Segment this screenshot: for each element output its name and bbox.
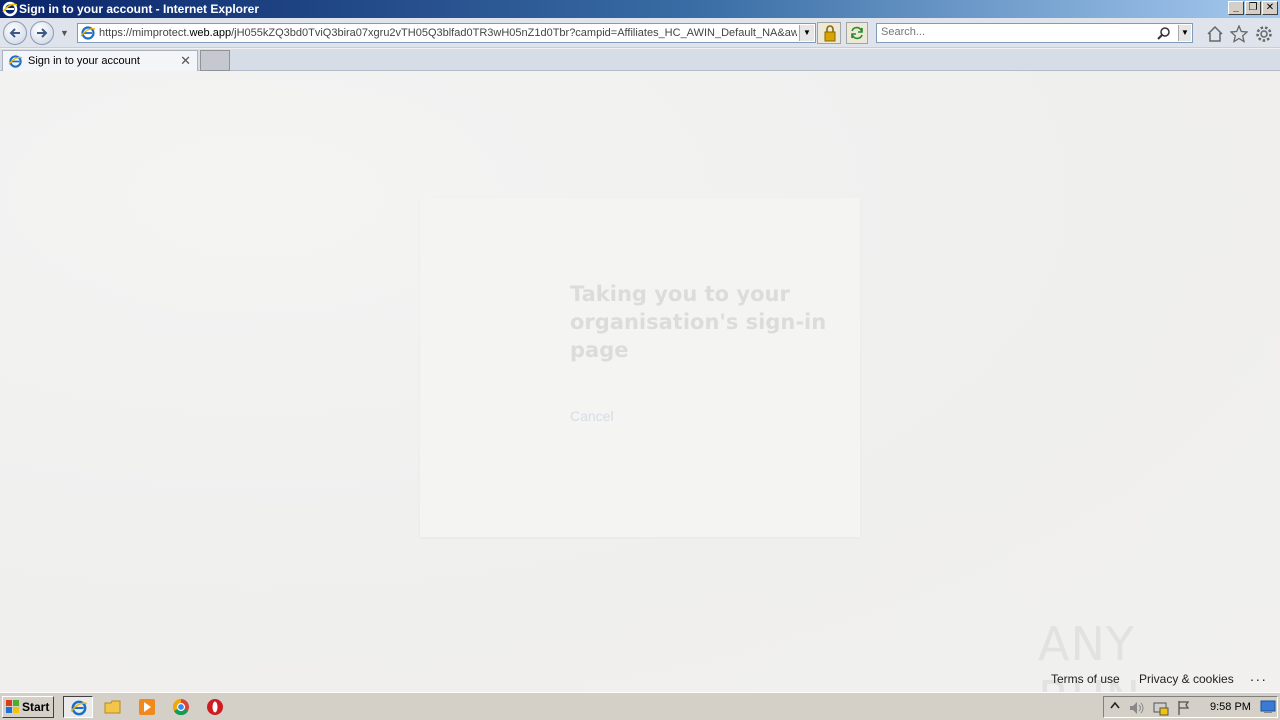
- url-text[interactable]: https://mimprotect.web.app/jH055kZQ3bd0T…: [99, 27, 797, 39]
- tab-sign-in[interactable]: Sign in to your account ✕: [2, 50, 198, 71]
- folder-icon: [104, 700, 121, 714]
- address-dropdown-icon[interactable]: ▼: [799, 25, 814, 41]
- security-lock-button[interactable]: [817, 22, 841, 44]
- address-bar[interactable]: https://mimprotect.web.app/jH055kZQ3bd0T…: [77, 23, 816, 43]
- taskbar-opera[interactable]: [200, 696, 230, 718]
- windows-logo-icon: [6, 700, 19, 713]
- taskbar-media-player[interactable]: [132, 696, 162, 718]
- start-label: Start: [22, 700, 50, 714]
- network-icon[interactable]: [1152, 700, 1170, 716]
- sign-in-card: Taking you to your organisation's sign-i…: [420, 198, 860, 537]
- window-title-bar: Sign in to your account - Internet Explo…: [0, 0, 1280, 18]
- refresh-icon: [851, 26, 863, 40]
- new-tab-button[interactable]: [200, 50, 230, 71]
- back-button[interactable]: [3, 21, 27, 45]
- page-content: Taking you to your organisation's sign-i…: [0, 71, 1280, 720]
- tab-close-icon[interactable]: ✕: [180, 53, 191, 69]
- back-arrow-icon: [9, 28, 20, 38]
- search-input[interactable]: [881, 26, 1151, 38]
- favorites-star-icon[interactable]: [1230, 25, 1248, 43]
- window-title: Sign in to your account - Internet Explo…: [19, 2, 260, 16]
- home-icon[interactable]: [1206, 25, 1224, 43]
- terms-of-use-link[interactable]: Terms of use: [1051, 672, 1120, 686]
- show-desktop-icon[interactable]: [1260, 700, 1276, 714]
- maximize-button[interactable]: ❐: [1245, 1, 1261, 15]
- system-tray: 9:58 PM: [1103, 696, 1278, 718]
- close-window-button[interactable]: ✕: [1262, 1, 1278, 15]
- tab-bar: Sign in to your account ✕: [0, 49, 1280, 71]
- forward-button[interactable]: [30, 21, 54, 45]
- taskbar-file-explorer[interactable]: [98, 696, 128, 718]
- history-dropdown-icon[interactable]: ▼: [60, 28, 70, 38]
- internet-explorer-icon: [70, 700, 88, 716]
- action-center-flag-icon[interactable]: [1176, 700, 1192, 716]
- tab-ie-icon: [8, 55, 23, 68]
- redirect-heading: Taking you to your organisation's sign-i…: [570, 282, 827, 362]
- anyrun-watermark: ANY RUN: [1038, 611, 1238, 720]
- forward-arrow-icon: [37, 28, 48, 38]
- tools-gear-icon[interactable]: [1255, 25, 1273, 43]
- chrome-icon: [172, 698, 189, 716]
- search-icon[interactable]: [1157, 26, 1171, 40]
- search-dropdown-icon[interactable]: ▼: [1178, 25, 1191, 41]
- taskbar-internet-explorer[interactable]: [63, 696, 93, 718]
- start-button[interactable]: Start: [2, 696, 54, 718]
- privacy-cookies-link[interactable]: Privacy & cookies: [1139, 672, 1234, 686]
- refresh-button[interactable]: [846, 22, 868, 44]
- search-box[interactable]: ▼: [876, 23, 1193, 43]
- media-player-icon: [139, 699, 155, 715]
- show-hidden-icons-icon[interactable]: [1110, 700, 1120, 714]
- page-ie-icon: [80, 26, 96, 40]
- internet-explorer-icon: [2, 1, 18, 17]
- taskbar-chrome[interactable]: [166, 696, 196, 718]
- clock: 9:58 PM: [1210, 701, 1251, 713]
- cancel-link[interactable]: Cancel: [570, 408, 614, 424]
- volume-icon[interactable]: [1128, 700, 1146, 716]
- navigation-bar: ▼ https://mimprotect.web.app/jH055kZQ3bd…: [0, 18, 1280, 48]
- tab-label: Sign in to your account: [28, 55, 140, 67]
- opera-icon: [207, 699, 223, 715]
- taskbar: Start 9:58 PM: [0, 692, 1280, 720]
- lock-icon: [824, 25, 836, 42]
- minimize-button[interactable]: _: [1228, 1, 1244, 15]
- more-options-button[interactable]: ...: [1250, 668, 1268, 684]
